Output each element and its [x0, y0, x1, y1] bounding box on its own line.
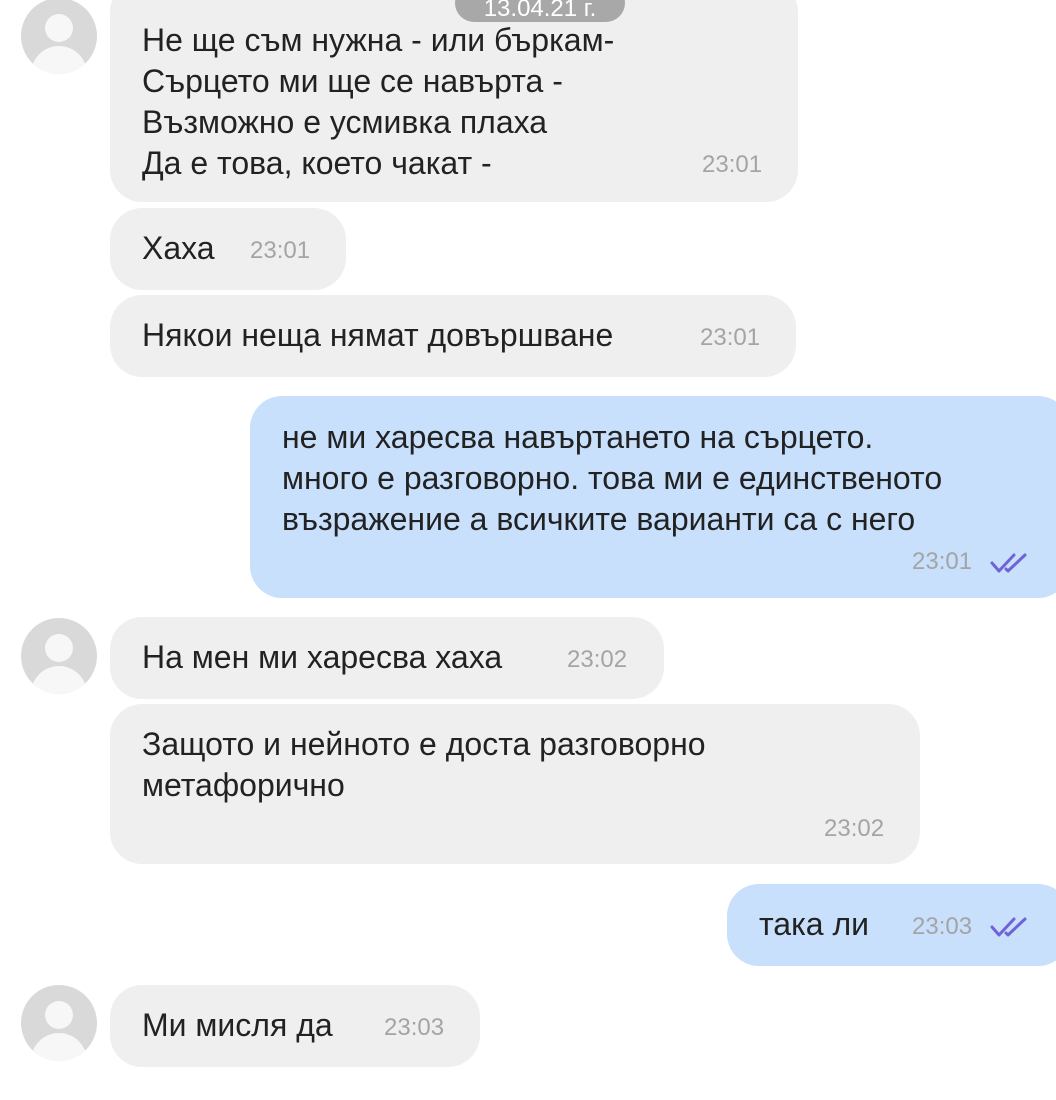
message-text: така ли — [759, 906, 870, 942]
message-bubble-outgoing[interactable]: не ми харесва навъртането на сърцето. мн… — [250, 396, 1056, 598]
message-time: 23:03 — [912, 913, 973, 940]
message-bubble-incoming[interactable]: На мен ми харесва хаха 23:02 — [110, 617, 664, 699]
message-text: На мен ми харесва хаха — [142, 639, 503, 675]
message-time: 23:01 — [700, 324, 761, 351]
message-text: Не ще съм нужна - или бъркам- Сърцето ми… — [142, 22, 615, 181]
avatar-body-shape — [31, 46, 87, 74]
avatar-body-shape — [31, 1033, 87, 1061]
message-bubble-incoming[interactable]: Защото и нейното е доста разговорно мета… — [110, 704, 920, 864]
contact-avatar[interactable] — [21, 618, 97, 694]
avatar-head-shape — [45, 14, 73, 42]
message-text: не ми харесва навъртането на сърцето. мн… — [282, 419, 943, 537]
message-time: 23:01 — [250, 237, 311, 264]
contact-avatar[interactable] — [21, 0, 97, 74]
double-check-icon — [990, 917, 1027, 937]
message-text: Някои неща нямат довършване — [142, 317, 614, 353]
message-time: 23:01 — [702, 151, 763, 178]
message-bubble-incoming[interactable]: Не ще съм нужна - или бъркам- Сърцето ми… — [110, 0, 798, 202]
avatar-head-shape — [45, 634, 73, 662]
double-check-icon — [990, 553, 1027, 573]
message-time: 23:02 — [824, 815, 885, 842]
message-bubble-outgoing[interactable]: така ли 23:03 — [727, 884, 1056, 966]
message-bubble-incoming[interactable]: Хаха 23:01 — [110, 208, 346, 290]
message-bubble-incoming[interactable]: Ми мисля да 23:03 — [110, 985, 480, 1067]
message-time: 23:01 — [912, 548, 973, 575]
message-bubble-incoming[interactable]: Някои неща нямат довършване 23:01 — [110, 295, 796, 377]
message-text: Защото и нейното е доста разговорно мета… — [142, 726, 706, 803]
message-time: 23:03 — [384, 1014, 445, 1041]
date-separator: 13.04.21 г. — [455, 0, 625, 22]
avatar-body-shape — [31, 666, 87, 694]
avatar-head-shape — [45, 1001, 73, 1029]
message-text: Хаха — [142, 230, 215, 266]
message-time: 23:02 — [567, 646, 628, 673]
contact-avatar[interactable] — [21, 985, 97, 1061]
message-text: Ми мисля да — [142, 1007, 333, 1043]
